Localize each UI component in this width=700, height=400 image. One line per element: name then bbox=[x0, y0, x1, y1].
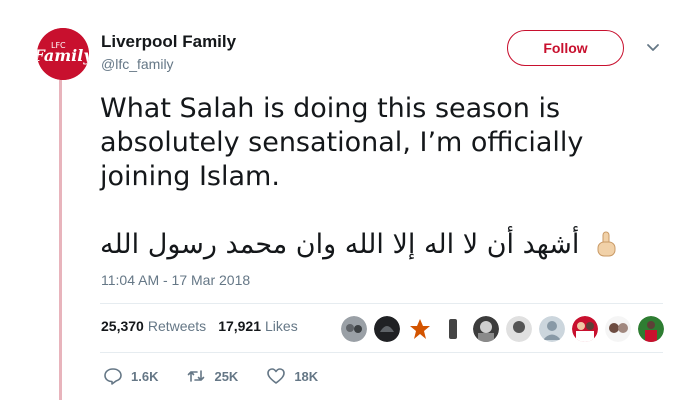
liker-avatars bbox=[341, 316, 671, 342]
tweet-text-line: What Salah is doing this season is bbox=[100, 93, 561, 124]
avatar-logo: Family LFC bbox=[37, 28, 89, 80]
liker-avatar[interactable] bbox=[539, 316, 565, 342]
heart-icon bbox=[267, 368, 286, 384]
svg-text:LFC: LFC bbox=[51, 41, 66, 50]
tweet-text-line: absolutely sensational, I’m officially bbox=[100, 127, 584, 158]
liker-avatar[interactable] bbox=[341, 316, 367, 342]
liker-avatar[interactable] bbox=[572, 316, 598, 342]
like-count: 18K bbox=[294, 368, 319, 384]
tweet-actions: 1.6K 25K 18K bbox=[103, 366, 346, 386]
tweet-text-line: joining Islam. bbox=[100, 161, 280, 192]
reply-count: 1.6K bbox=[131, 368, 159, 384]
liker-avatar[interactable] bbox=[506, 316, 532, 342]
divider bbox=[100, 352, 663, 353]
retweets-stat[interactable]: 25,370 Retweets bbox=[101, 318, 206, 334]
liker-avatar[interactable] bbox=[605, 316, 631, 342]
tweet-timestamp[interactable]: 11:04 AM - 17 Mar 2018 bbox=[101, 272, 250, 288]
retweets-count: 25,370 bbox=[101, 318, 144, 334]
arabic-line: أشهد أن لا اله إلا الله وان محمد رسول ال… bbox=[100, 222, 660, 266]
tweet-text: What Salah is doing this season is absol… bbox=[100, 92, 660, 194]
pointing-up-hand-icon bbox=[591, 229, 621, 259]
reply-button[interactable]: 1.6K bbox=[103, 366, 158, 386]
arabic-text: أشهد أن لا اله إلا الله وان محمد رسول ال… bbox=[100, 228, 580, 260]
chevron-down-icon[interactable] bbox=[644, 38, 662, 56]
user-info: Liverpool Family @lfc_family bbox=[101, 32, 236, 74]
liker-avatar[interactable] bbox=[374, 316, 400, 342]
tweet-stats: 25,370 Retweets 17,921 Likes bbox=[101, 318, 310, 334]
follow-button[interactable]: Follow bbox=[507, 30, 624, 66]
reply-icon bbox=[104, 368, 122, 385]
avatar[interactable]: Family LFC bbox=[37, 28, 89, 80]
like-button[interactable]: 18K bbox=[266, 366, 318, 386]
divider bbox=[100, 303, 663, 304]
liker-avatar[interactable] bbox=[440, 316, 466, 342]
likes-stat[interactable]: 17,921 Likes bbox=[218, 318, 298, 334]
likes-count: 17,921 bbox=[218, 318, 262, 334]
retweet-icon bbox=[188, 370, 205, 382]
retweets-label: Retweets bbox=[147, 318, 207, 334]
liker-avatar[interactable] bbox=[473, 316, 499, 342]
display-name[interactable]: Liverpool Family bbox=[101, 32, 236, 52]
thread-line bbox=[59, 80, 62, 400]
retweet-button[interactable]: 25K bbox=[186, 366, 238, 386]
likes-label: Likes bbox=[265, 318, 298, 334]
liker-avatar[interactable] bbox=[407, 316, 433, 342]
liker-avatar[interactable] bbox=[638, 316, 664, 342]
user-handle[interactable]: @lfc_family bbox=[101, 54, 236, 74]
retweet-count: 25K bbox=[214, 368, 239, 384]
